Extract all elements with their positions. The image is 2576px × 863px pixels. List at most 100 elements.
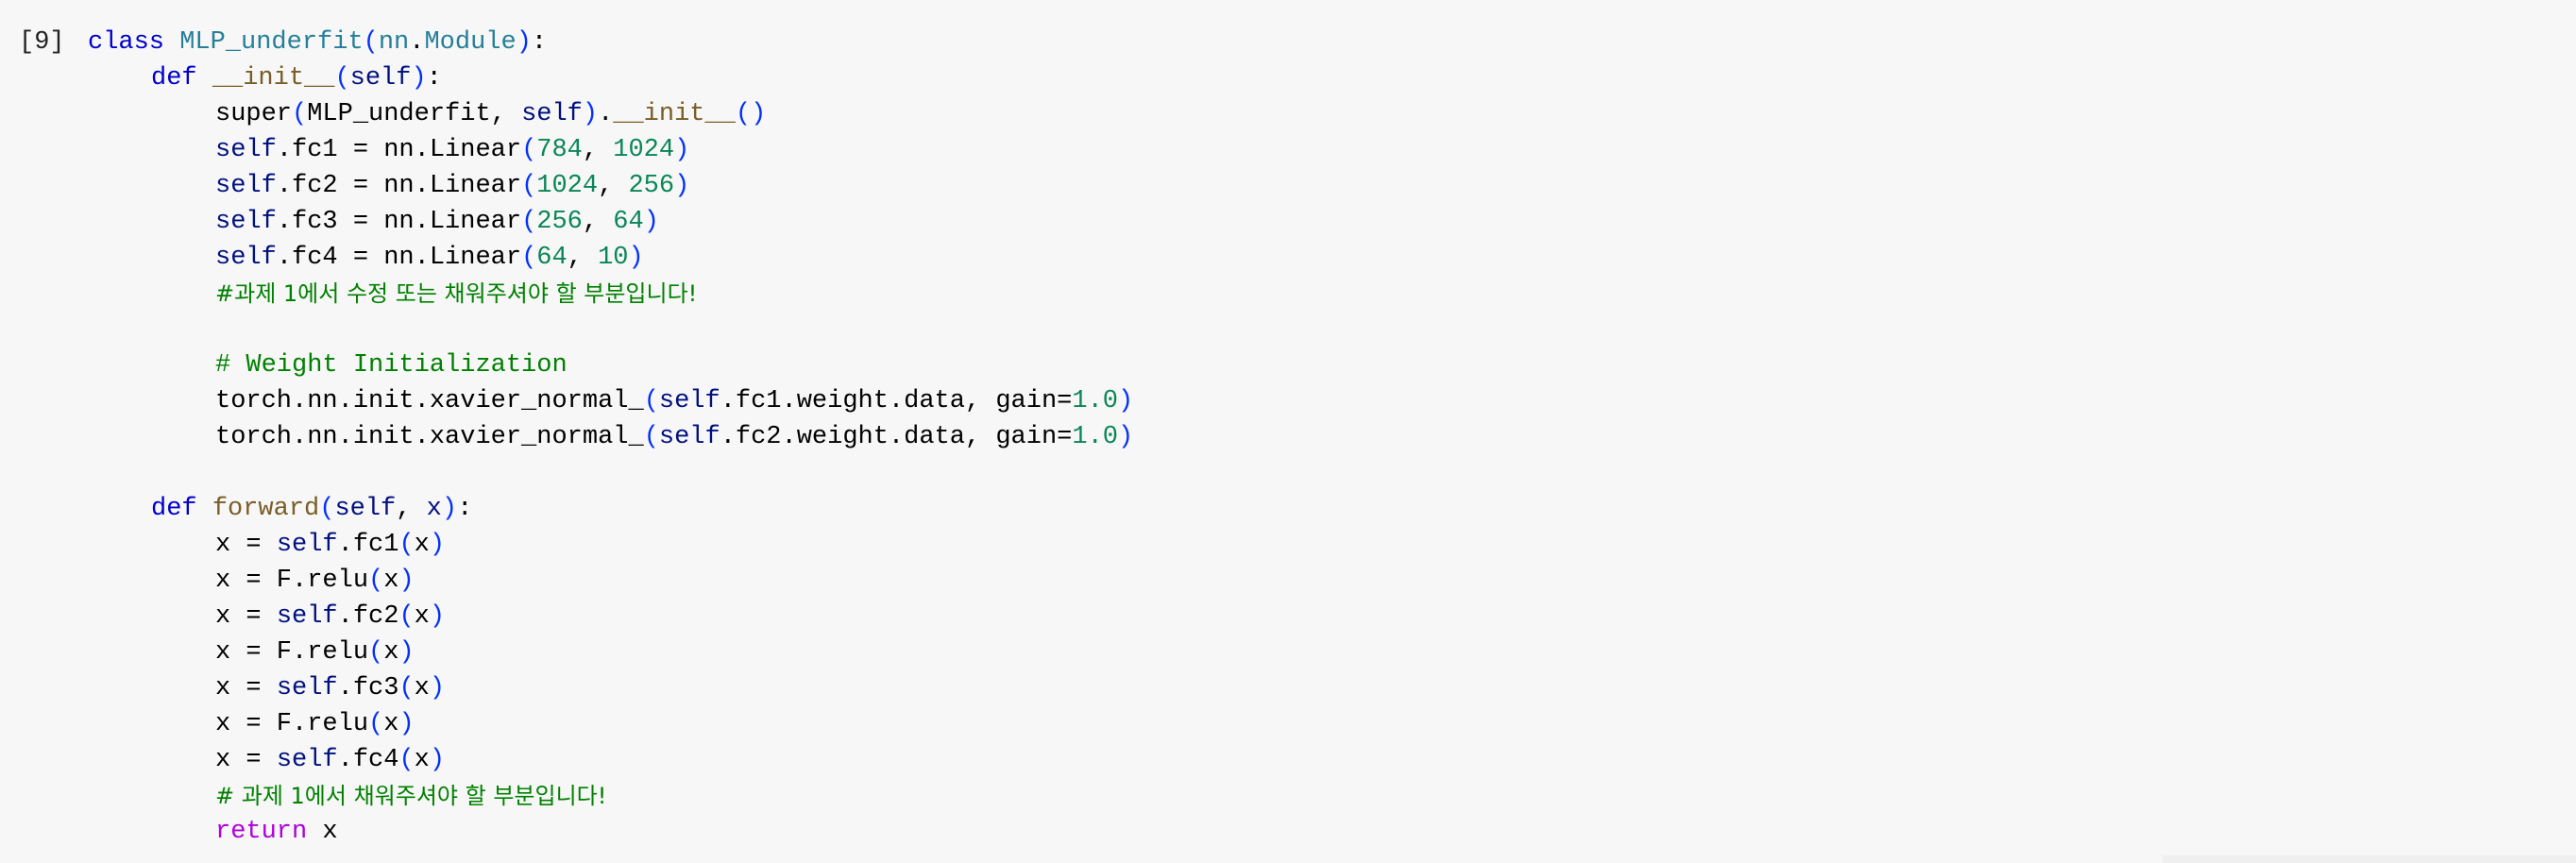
code-text: x xyxy=(383,567,399,595)
code-text: x = F.relu xyxy=(215,567,369,595)
bracket: () xyxy=(735,100,767,128)
bracket: ) xyxy=(516,28,532,57)
bracket: ) xyxy=(429,602,446,631)
param: x xyxy=(426,495,442,523)
code-line: x = self.fc4(x) xyxy=(88,742,1133,778)
base-class: Module xyxy=(424,28,517,57)
code-text: MLP_underfit, xyxy=(307,100,522,128)
code-text: .fc1.weight.data, gain= xyxy=(720,387,1073,415)
execution-count: [9] xyxy=(19,28,65,57)
bracket: ) xyxy=(582,100,599,128)
code-text: x = F.relu xyxy=(215,710,369,738)
self-param: self xyxy=(349,64,412,93)
code-text: .fc4 = nn.Linear xyxy=(276,244,522,272)
code-text: x xyxy=(383,710,399,738)
code-text: , xyxy=(396,495,427,523)
function-name: __init__ xyxy=(212,64,335,93)
code-text: x xyxy=(414,674,430,702)
self-ref: self xyxy=(658,423,720,451)
keyword: def xyxy=(151,495,197,523)
bracket: ( xyxy=(521,244,537,272)
bracket: ( xyxy=(521,136,537,164)
code-text: .fc2 xyxy=(337,602,399,631)
code-text: x xyxy=(414,746,430,774)
code-text: .fc4 xyxy=(337,746,399,774)
code-cell[interactable]: [9] class MLP_underfit(nn.Module): def _… xyxy=(0,0,2576,863)
code-line: x = self.fc3(x) xyxy=(88,670,1133,706)
code-line: class MLP_underfit(nn.Module): xyxy=(88,25,1133,60)
code-text: x = F.relu xyxy=(215,638,369,667)
code-line: x = self.fc2(x) xyxy=(88,599,1133,635)
bracket: ( xyxy=(398,531,415,559)
code-text: x xyxy=(414,531,430,559)
code-editor[interactable]: class MLP_underfit(nn.Module): def __ini… xyxy=(88,25,1133,850)
function-name: forward xyxy=(212,495,320,523)
base-module: nn xyxy=(378,28,410,57)
code-text: x xyxy=(307,818,338,846)
code-text: x xyxy=(414,602,430,631)
dot: . xyxy=(598,100,614,128)
self-ref: self xyxy=(215,208,277,236)
bracket: ( xyxy=(643,387,659,415)
self-ref: self xyxy=(276,531,338,559)
code-line: x = F.relu(x) xyxy=(88,635,1133,670)
number: 10 xyxy=(598,244,629,272)
self-ref: self xyxy=(215,244,277,272)
bracket: ) xyxy=(398,567,415,595)
code-line: self.fc3 = nn.Linear(256, 64) xyxy=(88,204,1133,240)
number: 1024 xyxy=(536,172,599,200)
code-text: torch.nn.init.xavier_normal_ xyxy=(215,423,644,451)
self-ref: self xyxy=(215,172,277,200)
bracket: ( xyxy=(368,710,384,738)
dot: . xyxy=(409,28,425,57)
bracket: ) xyxy=(674,136,690,164)
code-line: # 과제 1에서 채워주셔야 할 부분입니다! xyxy=(88,778,1133,814)
bracket: ) xyxy=(398,710,415,738)
bracket: ( xyxy=(319,495,335,523)
colon: : xyxy=(426,64,442,93)
number: 1.0 xyxy=(1072,423,1118,451)
number: 64 xyxy=(613,208,644,236)
code-text: .fc3 = nn.Linear xyxy=(276,208,522,236)
self-param: self xyxy=(334,495,397,523)
bracket: ) xyxy=(674,172,690,200)
number: 64 xyxy=(536,244,568,272)
self-ref: self xyxy=(658,387,720,415)
number: 1024 xyxy=(613,136,675,164)
code-line: self.fc4 = nn.Linear(64, 10) xyxy=(88,240,1133,276)
bracket: ( xyxy=(363,28,379,57)
bracket: ( xyxy=(368,567,384,595)
code-text: x xyxy=(383,638,399,667)
comment: # Weight Initialization xyxy=(215,351,568,380)
code-line: x = self.fc1(x) xyxy=(88,527,1133,563)
comment: # 과제 1에서 채워주셔야 할 부분입니다! xyxy=(215,783,607,809)
code-line: x = F.relu(x) xyxy=(88,563,1133,599)
code-text: x = xyxy=(215,746,277,774)
code-line: torch.nn.init.xavier_normal_(self.fc2.we… xyxy=(88,419,1133,455)
code-line: # Weight Initialization xyxy=(88,347,1133,383)
code-text: , xyxy=(582,136,614,164)
number: 1.0 xyxy=(1072,387,1118,415)
code-line: self.fc2 = nn.Linear(1024, 256) xyxy=(88,168,1133,204)
bracket: ( xyxy=(643,423,659,451)
code-text: .fc1 = nn.Linear xyxy=(276,136,522,164)
cell-footer-bar xyxy=(2162,855,2576,863)
bracket: ( xyxy=(398,602,415,631)
bracket: ( xyxy=(368,638,384,667)
comment: #과제 1에서 수정 또는 채워주셔야 할 부분입니다! xyxy=(215,280,698,307)
colon: : xyxy=(531,28,548,57)
code-text: .fc3 xyxy=(337,674,399,702)
code-text: .fc1 xyxy=(337,531,399,559)
number: 256 xyxy=(536,208,583,236)
code-text: x = xyxy=(215,531,277,559)
bracket: ) xyxy=(398,638,415,667)
bracket: ) xyxy=(441,495,458,523)
function-name: __init__ xyxy=(613,100,736,128)
self-ref: self xyxy=(215,136,277,164)
colon: : xyxy=(457,495,473,523)
class-name: MLP_underfit xyxy=(179,28,364,57)
code-line: torch.nn.init.xavier_normal_(self.fc1.we… xyxy=(88,383,1133,419)
code-text: , xyxy=(582,208,614,236)
